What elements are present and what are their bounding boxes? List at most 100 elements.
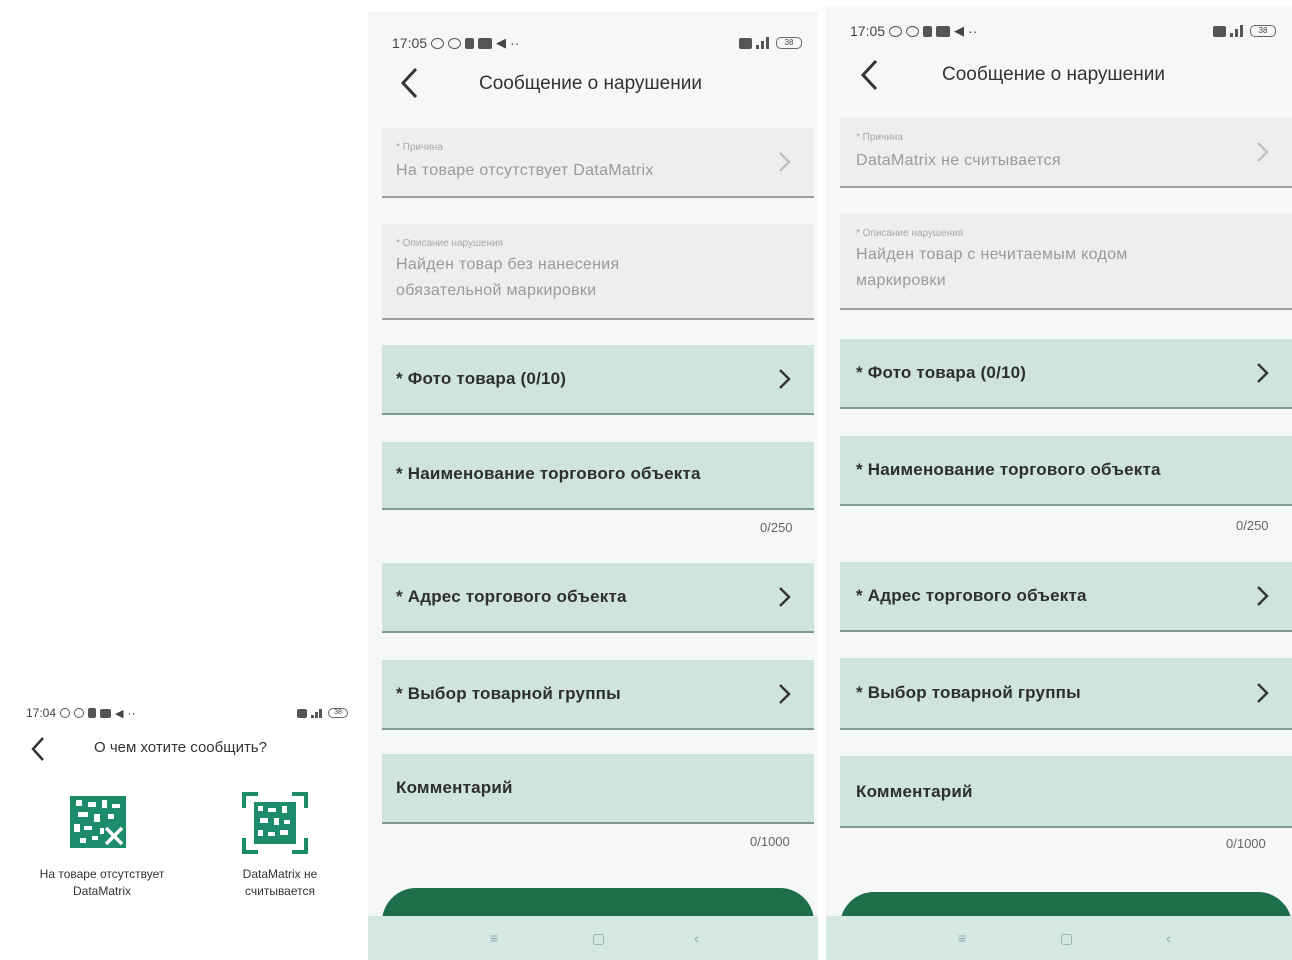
chevron-right-icon — [779, 369, 791, 389]
store-address-field[interactable]: * Адрес торгового объекта — [840, 562, 1292, 632]
alarm-icon — [448, 37, 462, 49]
system-nav-bar: ≡ ▢ ‹ — [826, 916, 1292, 960]
message-icon — [478, 37, 493, 49]
store-name-label: * Наименование торгового объекта — [856, 460, 1161, 479]
chevron-right-icon — [1257, 363, 1269, 383]
comment-field[interactable]: Комментарий — [840, 756, 1292, 828]
alarm-icon — [906, 25, 920, 37]
screen-report-type: 17:04 ◀ ·· 38 О чем хотите сообщить? На … — [22, 696, 358, 960]
product-group-field[interactable]: * Выбор товарной группы — [382, 660, 814, 730]
reason-label: * Причина — [856, 132, 903, 143]
comment-counter: 0/1000 — [750, 834, 790, 849]
status-bar: 17:04 ◀ ·· 38 — [22, 704, 358, 722]
status-time: 17:05 — [850, 23, 886, 39]
photo-label: * Фото товара (0/10) — [396, 369, 567, 388]
signal-icon — [311, 708, 324, 718]
menu-icon[interactable]: ≡ — [490, 930, 498, 946]
comment-counter: 0/1000 — [1226, 836, 1266, 851]
screen-violation-report-2: 17:05 ◀ ·· 38 Сообщение о нарушении * Пр… — [826, 6, 1292, 960]
telegram-icon: ◀ — [954, 23, 965, 38]
status-bar: 17:05 ◀ ·· 38 — [368, 34, 818, 52]
signal-icon — [1230, 25, 1246, 37]
gear-icon — [431, 37, 445, 49]
trash-icon — [465, 37, 475, 49]
datamatrix-scan-icon — [242, 792, 308, 854]
reason-field[interactable]: * Причина На товаре отсутствует DataMatr… — [382, 128, 814, 198]
store-address-field[interactable]: * Адрес торгового объекта — [382, 563, 814, 633]
back-nav-icon[interactable]: ‹ — [694, 930, 699, 946]
battery-icon: 38 — [1250, 25, 1276, 37]
product-group-label: * Выбор товарной группы — [396, 684, 621, 703]
gear-icon — [60, 708, 71, 718]
reason-value: DataMatrix не считывается — [856, 152, 1061, 169]
message-icon — [936, 25, 951, 37]
back-chevron-icon[interactable] — [858, 58, 880, 92]
battery-icon: 38 — [776, 37, 802, 49]
store-name-field[interactable]: * Наименование торгового объекта — [382, 442, 814, 510]
chevron-right-icon — [1257, 142, 1269, 162]
product-group-label: * Выбор товарной группы — [856, 683, 1081, 702]
telegram-icon: ◀ — [496, 35, 507, 50]
back-chevron-icon[interactable] — [30, 736, 46, 762]
trash-icon — [88, 708, 97, 718]
chevron-right-icon — [779, 587, 791, 607]
option-unreadable-datamatrix-label: DataMatrix не считывается — [242, 867, 318, 898]
telegram-icon: ◀ — [115, 707, 124, 720]
sim-icon — [297, 708, 307, 718]
back-nav-icon[interactable]: ‹ — [1166, 930, 1171, 946]
home-icon[interactable]: ▢ — [1060, 930, 1073, 947]
signal-icon — [756, 37, 772, 49]
reason-label: * Причина — [396, 142, 443, 153]
chevron-right-icon — [779, 684, 791, 704]
photo-field[interactable]: * Фото товара (0/10) — [382, 345, 814, 415]
sim-icon — [1213, 25, 1226, 37]
store-address-label: * Адрес торгового объекта — [396, 587, 627, 606]
chevron-right-icon — [1257, 683, 1269, 703]
reason-value: На товаре отсутствует DataMatrix — [396, 162, 654, 179]
page-title: О чем хотите сообщить? — [94, 739, 267, 756]
more-icon: ·· — [968, 23, 978, 39]
system-nav-bar: ≡ ▢ ‹ — [368, 916, 818, 960]
comment-label: Комментарий — [856, 782, 973, 801]
comment-label: Комментарий — [396, 778, 513, 797]
description-field[interactable]: * Описание нарушения Найден товар с нечи… — [840, 214, 1292, 310]
gear-icon — [889, 25, 903, 37]
option-no-datamatrix[interactable]: На товаре отсутствует DataMatrix — [22, 786, 182, 906]
chevron-right-icon — [1257, 586, 1269, 606]
datamatrix-icon — [70, 796, 126, 848]
page-title: Сообщение о нарушении — [942, 64, 1165, 85]
store-name-counter: 0/250 — [1236, 518, 1269, 533]
page-title: Сообщение о нарушении — [479, 73, 702, 94]
more-icon: ·· — [510, 35, 520, 51]
trash-icon — [923, 25, 933, 37]
menu-icon[interactable]: ≡ — [958, 930, 966, 946]
status-time: 17:04 — [26, 706, 57, 720]
status-bar: 17:05 ◀ ·· 38 — [826, 22, 1292, 40]
option-unreadable-datamatrix[interactable]: DataMatrix не считывается — [200, 786, 350, 906]
description-field[interactable]: * Описание нарушения Найден товар без на… — [382, 224, 814, 320]
home-icon[interactable]: ▢ — [592, 930, 605, 947]
sim-icon — [739, 37, 752, 49]
store-name-label: * Наименование торгового объекта — [396, 464, 701, 483]
screen-violation-report-1: 17:05 ◀ ·· 38 Сообщение о нарушении * Пр… — [368, 12, 818, 960]
photo-field[interactable]: * Фото товара (0/10) — [840, 339, 1292, 409]
product-group-field[interactable]: * Выбор товарной группы — [840, 658, 1292, 730]
battery-icon: 38 — [328, 708, 348, 718]
status-time: 17:05 — [392, 35, 428, 51]
alarm-icon — [74, 708, 85, 718]
comment-field[interactable]: Комментарий — [382, 754, 814, 824]
more-icon: ·· — [127, 706, 136, 720]
description-label: * Описание нарушения — [856, 228, 964, 239]
store-name-field[interactable]: * Наименование торгового объекта — [840, 436, 1292, 506]
back-chevron-icon[interactable] — [398, 66, 420, 100]
description-value: Найден товар без нанесения обязательной … — [396, 256, 620, 299]
store-name-counter: 0/250 — [760, 520, 793, 535]
store-address-label: * Адрес торгового объекта — [856, 586, 1087, 605]
description-value: Найден товар с нечитаемым кодом маркиров… — [856, 246, 1128, 289]
description-label: * Описание нарушения — [396, 238, 504, 249]
option-no-datamatrix-label: На товаре отсутствует DataMatrix — [39, 867, 165, 898]
reason-field[interactable]: * Причина DataMatrix не считывается — [840, 118, 1292, 188]
chevron-right-icon — [779, 152, 791, 172]
message-icon — [100, 708, 112, 718]
photo-label: * Фото товара (0/10) — [856, 363, 1027, 382]
